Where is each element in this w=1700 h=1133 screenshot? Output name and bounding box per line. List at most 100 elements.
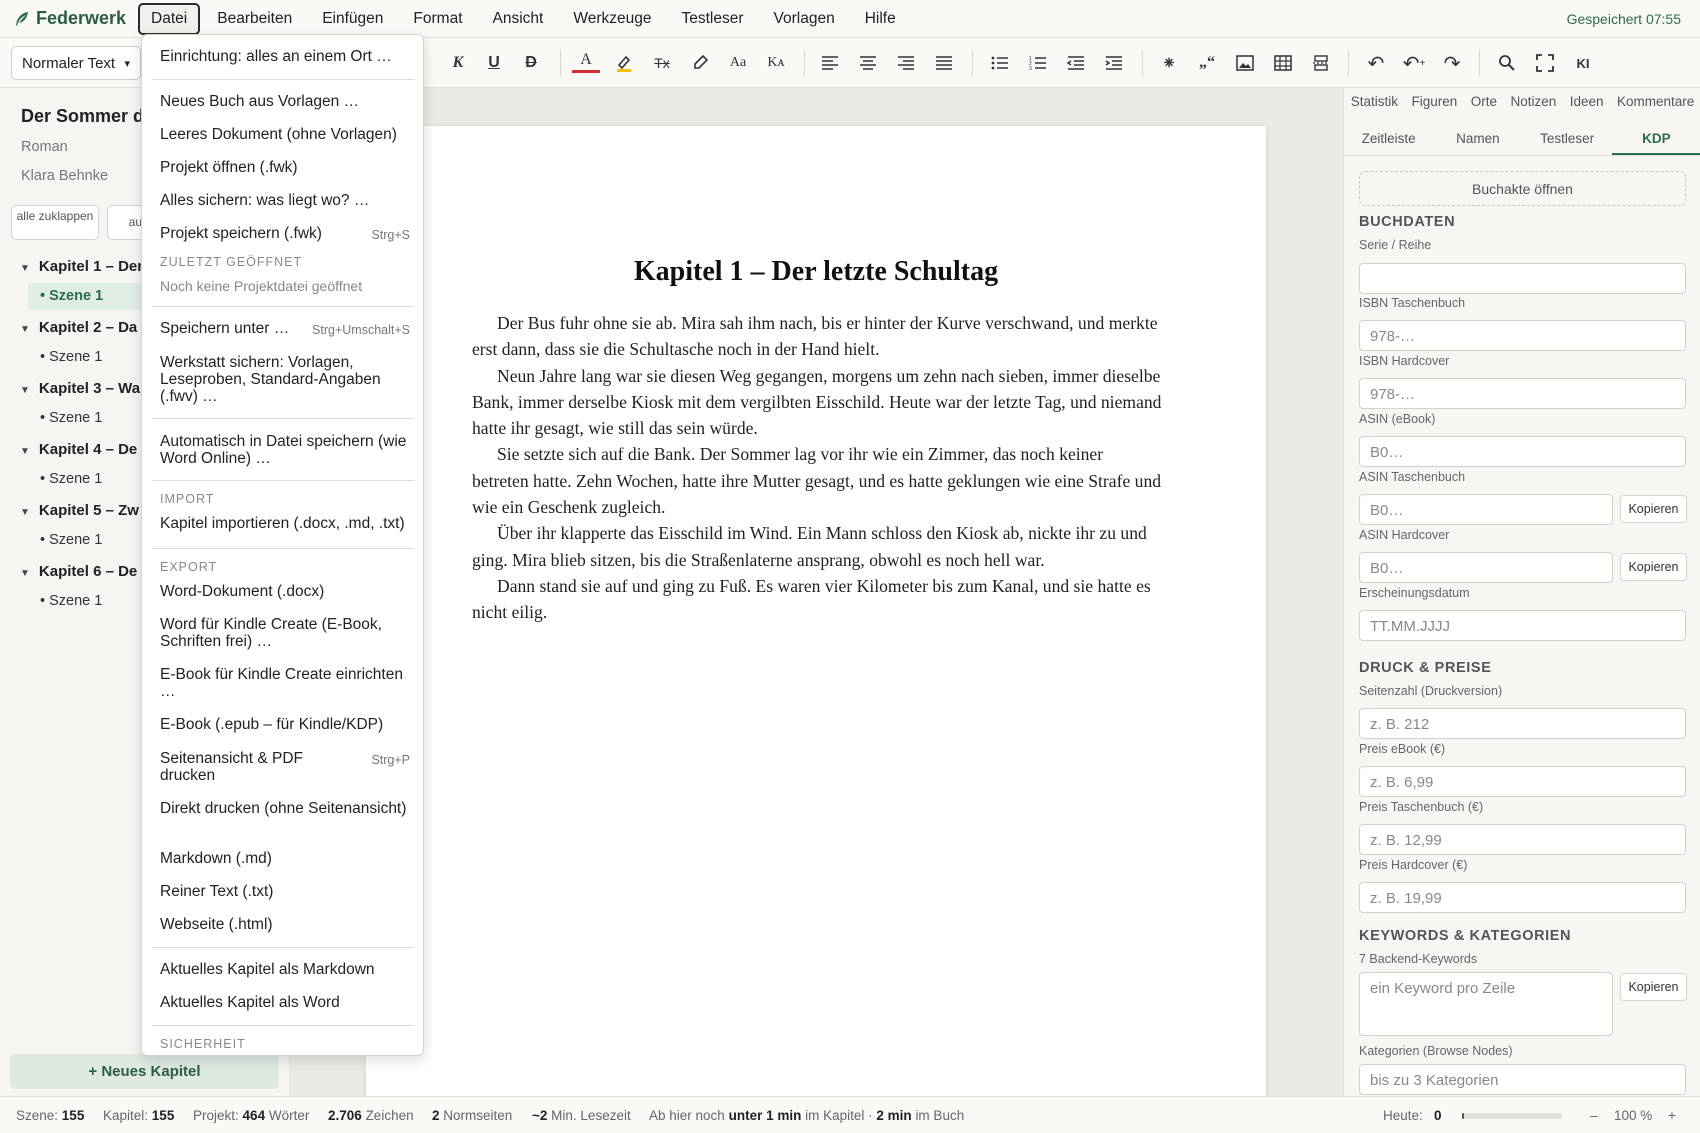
chapter-item[interactable]: ▼ Kapitel 3 – Wa xyxy=(20,380,140,397)
scene-item[interactable]: • Szene 1 xyxy=(28,588,148,615)
menu-item-word-kindle[interactable]: Word für Kindle Create (E-Book, Schrifte… xyxy=(160,616,410,650)
collapse-triangle-icon[interactable]: ▼ xyxy=(20,263,30,274)
menu-item-save-all[interactable]: Alles sichern: was liegt wo? … xyxy=(160,192,410,209)
chapter-item[interactable]: ▼ Kapitel 2 – Da xyxy=(20,319,137,336)
page-break-icon[interactable] xyxy=(1307,49,1335,77)
isbn-hardcover-field[interactable]: 978-… xyxy=(1359,378,1686,409)
strikethrough-button[interactable]: D xyxy=(517,49,545,77)
tab-notizen[interactable]: Notizen xyxy=(1510,94,1556,109)
clear-format-button[interactable]: Tx xyxy=(648,49,676,77)
tab-testleser[interactable]: Testleser xyxy=(1523,122,1612,155)
tab-ideen[interactable]: Ideen xyxy=(1570,94,1604,109)
menu-item-export-html[interactable]: Webseite (.html) xyxy=(160,916,410,933)
asin-ebook-field[interactable]: B0… xyxy=(1359,436,1686,467)
align-justify-icon[interactable] xyxy=(930,49,958,77)
menu-item-export-epub[interactable]: E-Book (.epub – für Kindle/KDP) xyxy=(160,716,410,733)
categories-field[interactable]: bis zu 3 Kategorien xyxy=(1359,1064,1686,1095)
scene-item[interactable]: • Szene 1 xyxy=(28,405,148,432)
menu-ansicht[interactable]: Ansicht xyxy=(480,3,557,35)
menu-hilfe[interactable]: Hilfe xyxy=(852,3,909,35)
scene-item[interactable]: • Szene 1 xyxy=(28,466,148,493)
menu-item-open-project[interactable]: Projekt öffnen (.fwk) xyxy=(160,159,410,176)
menu-item-empty-document[interactable]: Leeres Dokument (ohne Vorlagen) xyxy=(160,126,410,143)
price-hardcover-field[interactable]: z. B. 19,99 xyxy=(1359,882,1686,913)
menu-item-save-as[interactable]: Speichern unter … Strg+Umschalt+S xyxy=(160,320,410,337)
format-painter-icon[interactable] xyxy=(686,49,714,77)
italic-button[interactable]: K xyxy=(444,49,472,77)
small-caps-button[interactable]: Kᴀ xyxy=(762,49,790,77)
paragraph[interactable]: Neun Jahre lang war sie diesen Weg gegan… xyxy=(472,363,1162,442)
document-page[interactable]: Kapitel 1 – Der letzte Schultag Der Bus … xyxy=(366,126,1266,1106)
chapter-item[interactable]: ▼ Kapitel 1 – Der xyxy=(20,258,143,275)
align-center-icon[interactable] xyxy=(854,49,882,77)
tab-kommentare[interactable]: Kommentare xyxy=(1617,94,1694,109)
ai-button[interactable]: KI xyxy=(1569,49,1597,77)
copy-button[interactable]: Kopieren xyxy=(1620,973,1687,1001)
asin-hardcover-field[interactable]: B0… xyxy=(1359,552,1613,583)
highlighter-icon[interactable] xyxy=(610,49,638,77)
menu-item-export-txt[interactable]: Reiner Text (.txt) xyxy=(160,883,410,900)
search-icon[interactable] xyxy=(1493,49,1521,77)
asin-taschenbuch-field[interactable]: B0… xyxy=(1359,494,1613,525)
serie-field[interactable] xyxy=(1359,263,1686,294)
collapse-triangle-icon[interactable]: ▼ xyxy=(20,324,30,335)
redo-icon[interactable]: ↷ xyxy=(1438,49,1466,77)
underline-button[interactable]: U xyxy=(480,49,508,77)
tab-namen[interactable]: Namen xyxy=(1433,122,1522,155)
tab-figuren[interactable]: Figuren xyxy=(1411,94,1457,109)
book-title[interactable]: Der Sommer da xyxy=(21,106,154,127)
menu-item-save-project[interactable]: Projekt speichern (.fwk) Strg+S xyxy=(160,225,410,242)
tab-zeitleiste[interactable]: Zeitleiste xyxy=(1344,122,1433,155)
paragraph-style-select[interactable]: Normaler Text ▾ xyxy=(11,46,141,80)
chapter-heading[interactable]: Kapitel 1 – Der letzte Schultag xyxy=(366,256,1266,288)
menu-item-print-pdf[interactable]: Seitenansicht & PDF drucken Strg+P xyxy=(160,750,410,784)
menu-item-ebook-kindle-setup[interactable]: E-Book für Kindle Create einrichten … xyxy=(160,666,410,700)
paragraph[interactable]: Dann stand sie auf und ging zu Fuß. Es w… xyxy=(472,573,1162,626)
zoom-in-button[interactable]: + xyxy=(1668,1108,1676,1123)
menu-item-chapter-word[interactable]: Aktuelles Kapitel als Word xyxy=(160,994,410,1011)
indent-icon[interactable] xyxy=(1100,49,1128,77)
copy-button[interactable]: Kopieren xyxy=(1620,495,1687,523)
undo-icon[interactable]: ↶ xyxy=(1362,49,1390,77)
price-ebook-field[interactable]: z. B. 6,99 xyxy=(1359,766,1686,797)
align-left-icon[interactable] xyxy=(816,49,844,77)
menu-einfuegen[interactable]: Einfügen xyxy=(309,3,396,35)
image-icon[interactable] xyxy=(1231,49,1259,77)
collapse-triangle-icon[interactable]: ▼ xyxy=(20,507,30,518)
collapse-triangle-icon[interactable]: ▼ xyxy=(20,385,30,396)
collapse-triangle-icon[interactable]: ▼ xyxy=(20,446,30,457)
table-icon[interactable] xyxy=(1269,49,1297,77)
tab-kdp[interactable]: KDP xyxy=(1611,122,1700,155)
undo-history-icon[interactable]: ↶ + xyxy=(1400,49,1428,77)
scene-item[interactable]: • Szene 1 xyxy=(28,527,148,554)
menu-item-import-chapter[interactable]: Kapitel importieren (.docx, .md, .txt) xyxy=(160,515,410,532)
tab-statistik[interactable]: Statistik xyxy=(1351,94,1398,109)
menu-item-setup[interactable]: Einrichtung: alles an einem Ort … xyxy=(160,48,410,65)
menu-item-export-markdown[interactable]: Markdown (.md) xyxy=(160,850,410,867)
paragraph[interactable]: Über ihr klapperte das Eisschild im Wind… xyxy=(472,520,1162,573)
menu-item-chapter-markdown[interactable]: Aktuelles Kapitel als Markdown xyxy=(160,961,410,978)
menu-vorlagen[interactable]: Vorlagen xyxy=(761,3,848,35)
chapter-item[interactable]: ▼ Kapitel 6 – De xyxy=(20,563,137,580)
bullet-list-icon[interactable] xyxy=(986,49,1014,77)
paragraph[interactable]: Sie setzte sich auf die Bank. Der Sommer… xyxy=(472,441,1162,520)
menu-werkzeuge[interactable]: Werkzeuge xyxy=(560,3,664,35)
new-chapter-button[interactable]: + Neues Kapitel xyxy=(10,1054,279,1089)
price-taschenbuch-field[interactable]: z. B. 12,99 xyxy=(1359,824,1686,855)
outdent-icon[interactable] xyxy=(1062,49,1090,77)
page-count-field[interactable]: z. B. 212 xyxy=(1359,708,1686,739)
paragraph[interactable]: Der Bus fuhr ohne sie ab. Mira sah ihm n… xyxy=(472,310,1162,363)
keywords-textarea[interactable]: ein Keyword pro Zeile xyxy=(1359,972,1613,1036)
numbered-list-icon[interactable]: 123 xyxy=(1024,49,1052,77)
isbn-taschenbuch-field[interactable]: 978-… xyxy=(1359,320,1686,351)
collapse-all-button[interactable]: alle zuklappen xyxy=(11,205,99,240)
open-buchakte-button[interactable]: Buchakte öffnen xyxy=(1359,171,1686,206)
scene-item[interactable]: • Szene 1 xyxy=(28,283,148,310)
app-logo[interactable]: Federwerk xyxy=(0,8,138,29)
menu-item-export-word[interactable]: Word-Dokument (.docx) xyxy=(160,583,410,600)
menu-bearbeiten[interactable]: Bearbeiten xyxy=(204,3,305,35)
fullscreen-icon[interactable] xyxy=(1531,49,1559,77)
asterism-icon[interactable]: ⁕ xyxy=(1155,49,1183,77)
align-right-icon[interactable] xyxy=(892,49,920,77)
menu-item-autosave[interactable]: Automatisch in Datei speichern (wie Word… xyxy=(160,433,410,467)
